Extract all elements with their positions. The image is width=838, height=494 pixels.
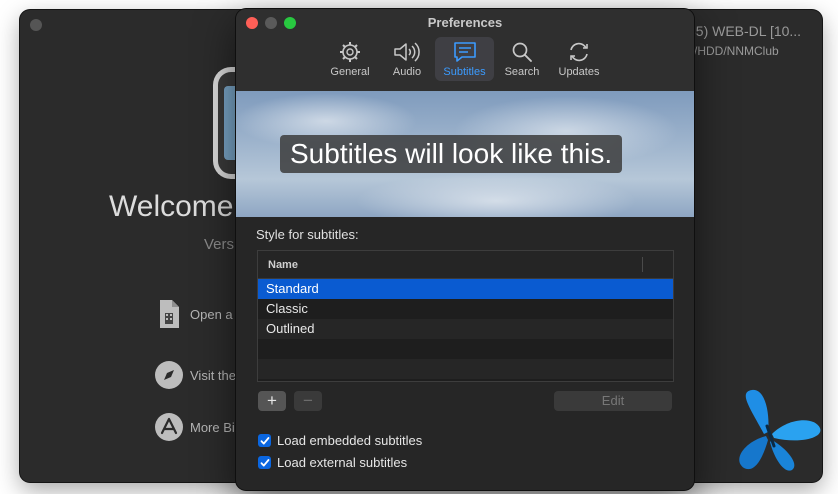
visit-website-label: Visit the: [190, 367, 237, 383]
styles-table[interactable]: Name Standard Classic Outlined: [257, 250, 674, 382]
subtitles-icon: [453, 39, 477, 65]
subtitle-preview: Subtitles will look like this.: [236, 91, 694, 217]
remove-style-button[interactable]: −: [294, 391, 322, 411]
tab-general[interactable]: General: [326, 37, 374, 81]
welcome-title: Welcome: [109, 190, 234, 223]
row-label: Outlined: [266, 321, 315, 336]
tab-subtitles[interactable]: Subtitles: [435, 37, 494, 81]
load-embedded-checkbox[interactable]: Load embedded subtitles: [258, 433, 422, 448]
version-label: Vers: [204, 236, 235, 253]
more-apps-item[interactable]: More Bi: [154, 410, 235, 444]
window-close-button[interactable]: [30, 19, 42, 31]
document-icon: [154, 299, 184, 329]
tab-search[interactable]: Search: [500, 37, 544, 81]
checkmark-icon: [258, 456, 271, 469]
compass-icon: [154, 360, 184, 390]
window-title: Preferences: [427, 15, 503, 30]
edit-style-button[interactable]: Edit: [554, 391, 672, 411]
table-row[interactable]: Standard: [258, 279, 673, 299]
visit-website-item[interactable]: Visit the: [154, 358, 236, 392]
recent-file-path: s/HDD/NNMClub: [688, 44, 779, 58]
tab-updates[interactable]: Updates: [554, 37, 604, 81]
subtitle-sample-text: Subtitles will look like this.: [280, 135, 623, 173]
tab-audio[interactable]: Audio: [386, 37, 428, 81]
load-embedded-label: Load embedded subtitles: [277, 433, 423, 448]
table-row[interactable]: Classic: [258, 299, 673, 319]
refresh-icon: [567, 39, 591, 65]
gear-icon: [339, 39, 361, 65]
load-external-checkbox[interactable]: Load external subtitles: [258, 455, 407, 470]
preferences-toolbar: Preferences General Audio Subtitles Sear…: [236, 9, 694, 92]
row-label: Standard: [266, 281, 319, 296]
butterfly-icon: [739, 389, 821, 471]
name-column-header: Name: [268, 259, 298, 271]
tab-updates-label: Updates: [558, 66, 600, 78]
empty-row: [258, 359, 673, 379]
table-row[interactable]: Outlined: [258, 319, 673, 339]
tab-subtitles-label: Subtitles: [443, 66, 486, 78]
preferences-window: Preferences General Audio Subtitles Sear…: [236, 9, 694, 490]
add-style-button[interactable]: +: [258, 391, 286, 411]
empty-row: [258, 339, 673, 359]
tab-search-label: Search: [504, 66, 540, 78]
app-store-icon: [154, 412, 184, 442]
table-header[interactable]: Name: [258, 251, 673, 279]
load-external-label: Load external subtitles: [277, 455, 408, 470]
open-file-label: Open a: [190, 306, 233, 322]
style-section-label: Style for subtitles:: [256, 227, 359, 242]
row-label: Classic: [266, 301, 308, 316]
speaker-icon: [393, 39, 421, 65]
open-file-item[interactable]: Open a: [154, 297, 233, 331]
column-divider: [642, 257, 643, 272]
search-icon: [511, 39, 533, 65]
more-apps-label: More Bi: [190, 419, 235, 435]
tab-general-label: General: [330, 66, 370, 78]
recent-file-title[interactable]: 35) WEB-DL [10...: [688, 23, 801, 39]
tab-audio-label: Audio: [392, 66, 422, 78]
checkmark-icon: [258, 434, 271, 447]
